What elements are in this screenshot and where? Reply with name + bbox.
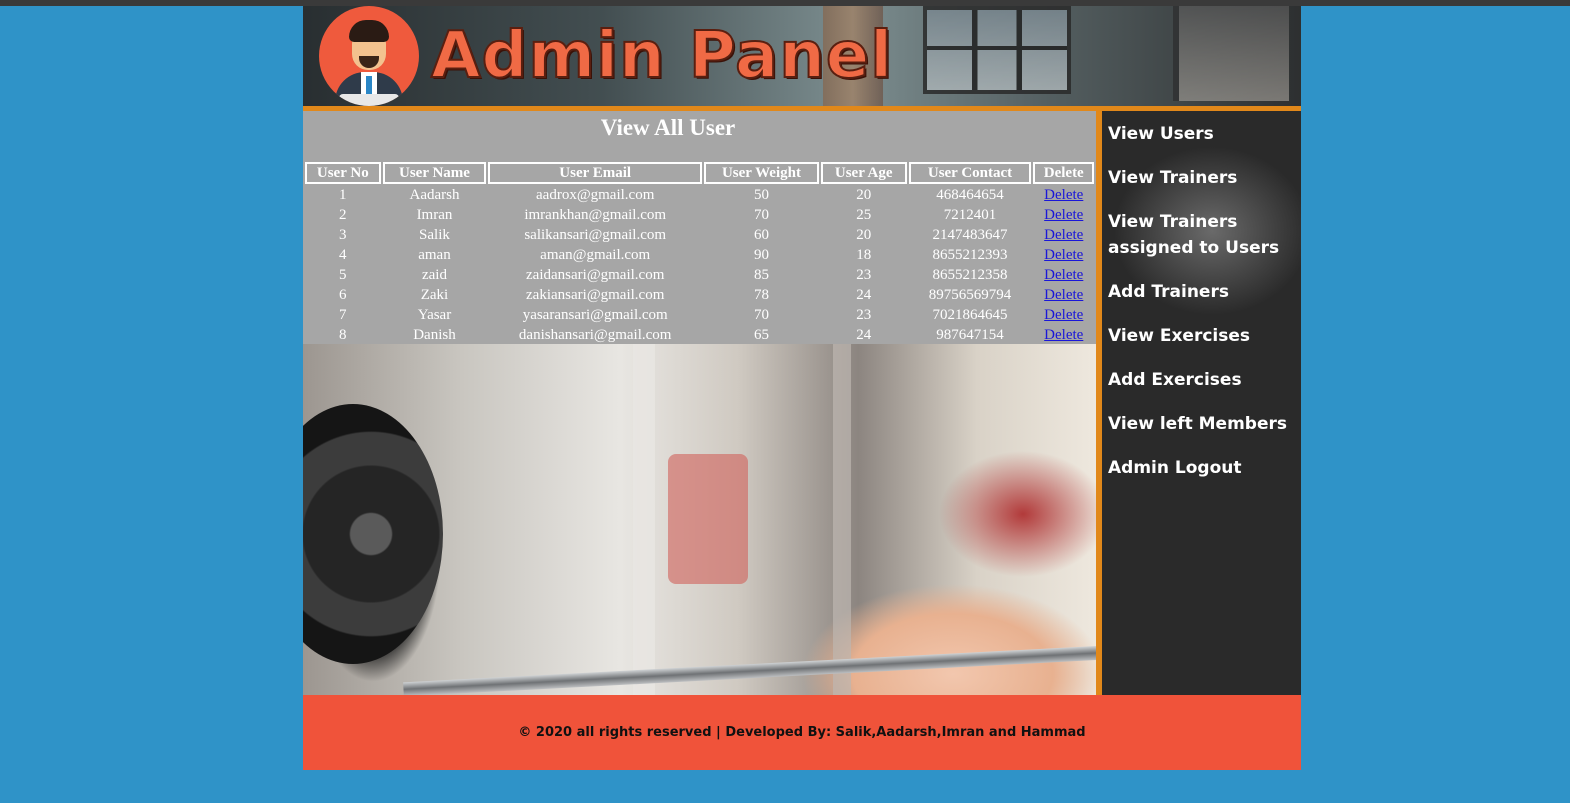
cell-user-contact: 2147483647 xyxy=(932,227,1008,243)
cell-user-email: imrankhan@gmail.com xyxy=(524,207,667,223)
cell-user-email: aman@gmail.com xyxy=(540,247,651,263)
delete-link[interactable]: Delete xyxy=(1044,227,1083,243)
cell-user-contact: 89756569794 xyxy=(928,287,1012,303)
barbell-image xyxy=(403,645,1096,695)
sidebar-item-view-exercises[interactable]: View Exercises xyxy=(1108,323,1298,349)
cell-user-no: 4 xyxy=(339,247,347,263)
cell-user-email: aadrox@gmail.com xyxy=(536,187,655,203)
cell-user-weight: 70 xyxy=(753,207,769,223)
cell-user-name: Salik xyxy=(419,227,450,243)
cell-user-age: 23 xyxy=(856,307,872,323)
cell-user-age: 25 xyxy=(856,207,872,223)
cell-user-email: zaidansari@gmail.com xyxy=(526,267,665,283)
sidebar-item-add-trainers[interactable]: Add Trainers xyxy=(1108,279,1298,305)
header-bg-window xyxy=(923,6,1071,94)
delete-link[interactable]: Delete xyxy=(1044,187,1083,203)
cell-user-contact: 7212401 xyxy=(943,207,997,223)
header-banner: Admin Panel xyxy=(303,6,1301,106)
cell-user-no: 7 xyxy=(339,307,347,323)
cell-user-name: Aadarsh xyxy=(409,187,460,203)
column-header-user-email: User Email xyxy=(488,162,703,184)
admin-page: Admin Panel View All User User No User N… xyxy=(303,6,1301,770)
cell-user-weight: 60 xyxy=(753,227,769,243)
cell-user-no: 8 xyxy=(339,327,347,343)
table-row: 2 Imran imrankhan@gmail.com 70 25 721240… xyxy=(305,206,1094,224)
cell-user-weight: 78 xyxy=(753,287,769,303)
delete-link[interactable]: Delete xyxy=(1044,247,1083,263)
cell-user-name: Yasar xyxy=(417,307,452,323)
admin-avatar-icon xyxy=(319,6,419,106)
sidebar-menu: View Users View Trainers View Trainers a… xyxy=(1108,121,1298,499)
header-bg-wall xyxy=(1173,6,1289,101)
users-panel: View All User User No User Name User Ema… xyxy=(303,111,1096,344)
main-content: View All User User No User Name User Ema… xyxy=(303,111,1096,695)
delete-link[interactable]: Delete xyxy=(1044,207,1083,223)
delete-link[interactable]: Delete xyxy=(1044,267,1083,283)
admin-panel-logo: Admin Panel xyxy=(430,18,894,94)
page-title: View All User xyxy=(600,115,736,140)
sidebar-item-view-left-members[interactable]: View left Members xyxy=(1108,411,1298,437)
cell-user-contact: 987647154 xyxy=(936,327,1004,343)
cell-user-contact: 8655212358 xyxy=(932,267,1008,283)
weight-plate-image xyxy=(303,404,443,664)
cell-user-email: yasaransari@gmail.com xyxy=(522,307,668,323)
column-header-user-contact: User Contact xyxy=(908,162,1032,184)
page-footer: © 2020 all rights reserved | Developed B… xyxy=(303,695,1301,770)
cell-user-no: 5 xyxy=(339,267,347,283)
sidebar-nav: View Users View Trainers View Trainers a… xyxy=(1102,111,1301,695)
column-header-user-name: User Name xyxy=(382,162,487,184)
delete-link[interactable]: Delete xyxy=(1044,307,1083,323)
cell-user-no: 6 xyxy=(339,287,347,303)
table-row: 7 Yasar yasaransari@gmail.com 70 23 7021… xyxy=(305,306,1094,324)
table-row: 8 Danish danishansari@gmail.com 65 24 98… xyxy=(305,326,1094,344)
sidebar-item-add-exercises[interactable]: Add Exercises xyxy=(1108,367,1298,393)
cell-user-weight: 65 xyxy=(753,327,769,343)
delete-link[interactable]: Delete xyxy=(1044,327,1083,343)
cell-user-no: 1 xyxy=(339,187,347,203)
delete-link[interactable]: Delete xyxy=(1044,287,1083,303)
cell-user-name: Danish xyxy=(413,327,456,343)
sidebar-item-view-trainers-assigned[interactable]: View Trainers assigned to Users xyxy=(1108,209,1298,261)
table-row: 5 zaid zaidansari@gmail.com 85 23 865521… xyxy=(305,266,1094,284)
cell-user-name: Zaki xyxy=(420,287,449,303)
cell-user-email: zakiansari@gmail.com xyxy=(526,287,665,303)
cell-user-name: aman xyxy=(418,247,451,263)
sidebar-item-admin-logout[interactable]: Admin Logout xyxy=(1108,455,1298,481)
cell-user-age: 24 xyxy=(856,287,872,303)
cell-user-email: salikansari@gmail.com xyxy=(524,227,667,243)
cell-user-age: 20 xyxy=(856,227,872,243)
table-row: 6 Zaki zakiansari@gmail.com 78 24 897565… xyxy=(305,286,1094,304)
cell-user-weight: 90 xyxy=(753,247,769,263)
cell-user-weight: 50 xyxy=(753,187,769,203)
column-header-user-weight: User Weight xyxy=(704,162,819,184)
cell-user-age: 23 xyxy=(856,267,872,283)
cell-user-no: 3 xyxy=(339,227,347,243)
cell-user-weight: 85 xyxy=(753,267,769,283)
table-row: 1 Aadarsh aadrox@gmail.com 50 20 4684646… xyxy=(305,186,1094,204)
cell-user-age: 18 xyxy=(856,247,872,263)
table-header-row: User No User Name User Email User Weight… xyxy=(305,162,1094,184)
users-table: User No User Name User Email User Weight… xyxy=(303,160,1096,346)
sidebar-item-view-trainers[interactable]: View Trainers xyxy=(1108,165,1298,191)
gym-background-image xyxy=(303,344,1096,695)
cell-user-age: 20 xyxy=(856,187,872,203)
cell-user-contact: 468464654 xyxy=(936,187,1004,203)
cell-user-name: zaid xyxy=(421,267,447,283)
cell-user-contact: 7021864645 xyxy=(932,307,1008,323)
table-row: 3 Salik salikansari@gmail.com 60 20 2147… xyxy=(305,226,1094,244)
cell-user-name: Imran xyxy=(416,207,453,223)
cell-user-age: 24 xyxy=(856,327,872,343)
cell-user-no: 2 xyxy=(339,207,347,223)
footer-text: © 2020 all rights reserved | Developed B… xyxy=(518,725,1086,740)
table-row: 4 aman aman@gmail.com 90 18 8655212393 D… xyxy=(305,246,1094,264)
column-header-user-age: User Age xyxy=(820,162,907,184)
cell-user-email: danishansari@gmail.com xyxy=(518,327,672,343)
cell-user-weight: 70 xyxy=(753,307,769,323)
column-header-user-no: User No xyxy=(305,162,381,184)
column-header-delete: Delete xyxy=(1033,162,1094,184)
cell-user-contact: 8655212393 xyxy=(932,247,1008,263)
sidebar-item-view-users[interactable]: View Users xyxy=(1108,121,1298,147)
